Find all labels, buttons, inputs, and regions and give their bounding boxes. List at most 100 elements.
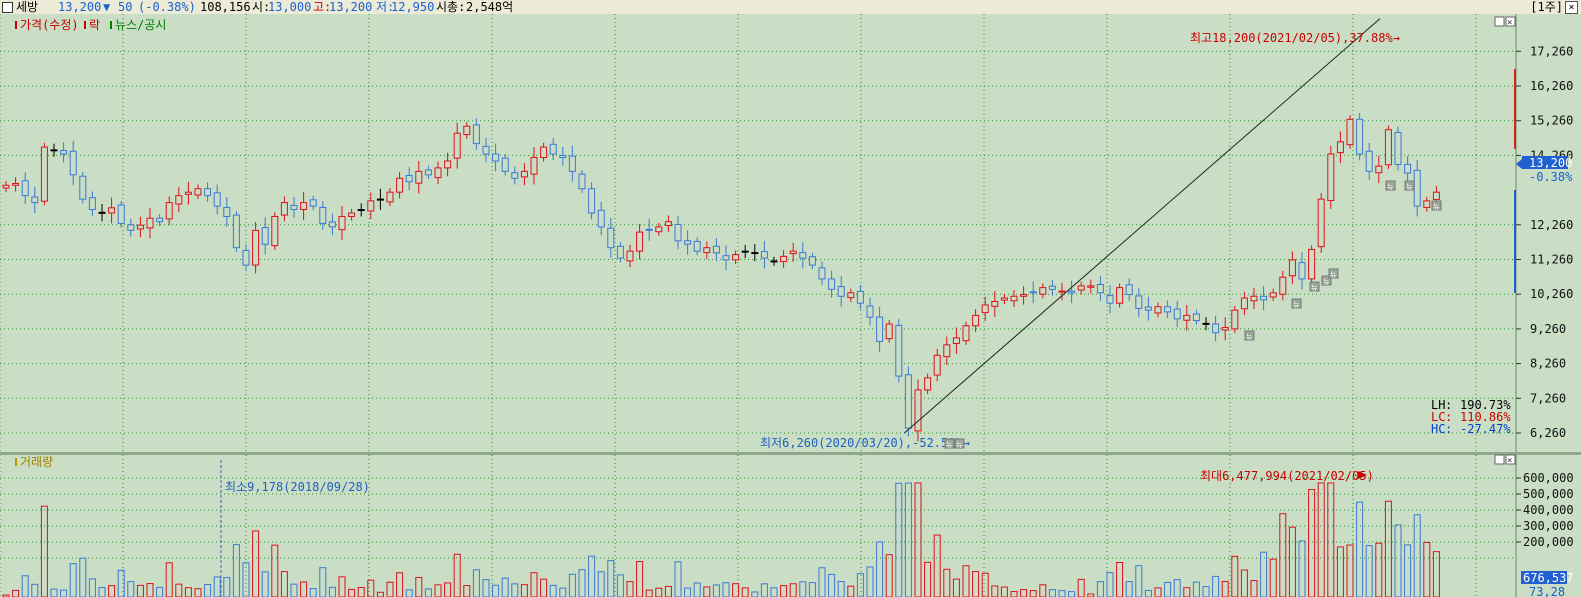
volume-bar — [1308, 489, 1316, 597]
volume-value: 108,156 — [200, 0, 251, 14]
candle-body — [626, 250, 634, 262]
news-marker: 뉴 — [1404, 180, 1415, 191]
volume-bar — [1020, 589, 1028, 597]
price-tick-label: 11,260 — [1530, 253, 1573, 267]
candle-body — [1432, 191, 1440, 200]
price-stats: LH : 190.73% LC : 110.86% HC : -27.47% — [1431, 398, 1511, 436]
volume-bar — [1250, 580, 1258, 597]
volume-bar — [1298, 540, 1306, 597]
news-icon: 뉴 — [1330, 271, 1337, 279]
volume-tick-label: 600,000 — [1523, 471, 1574, 485]
volume-bar — [223, 577, 231, 597]
open-value: 13,000 — [268, 0, 312, 14]
panel-close-icon: × — [1507, 18, 1512, 28]
volume-bar — [50, 588, 58, 597]
candle-body — [607, 227, 615, 249]
news-marker: 뉴 — [1291, 298, 1302, 309]
volume-bar — [376, 591, 384, 597]
low-value: 12,950 — [391, 0, 435, 14]
period-button[interactable]: [1주] — [1530, 0, 1563, 14]
price-tick-label: 12,260 — [1530, 218, 1573, 232]
candle-body — [616, 245, 624, 259]
mcap-value: 2,548억 — [466, 0, 514, 14]
volume-bar — [165, 562, 173, 597]
candle-body — [396, 177, 404, 193]
candle-body — [1375, 165, 1383, 174]
candle-body — [972, 314, 980, 327]
volume-bar — [40, 505, 48, 597]
mcap-label: 시총: — [436, 0, 466, 14]
volume-bar — [1173, 579, 1181, 597]
down-arrow-icon: ▼ — [103, 0, 111, 14]
volume-bar — [424, 588, 432, 597]
volume-bar — [108, 585, 116, 597]
volume-bar — [914, 482, 922, 597]
volume-bar — [588, 555, 596, 597]
volume-bar — [847, 585, 855, 597]
volume-bar — [1356, 501, 1364, 597]
panel-divider[interactable] — [0, 452, 1581, 455]
volume-bar — [895, 482, 903, 597]
news-icon: 뉴 — [1246, 333, 1253, 341]
partial-volume-label: 73,28 — [1529, 585, 1565, 597]
volume-bar — [530, 572, 538, 597]
volume-bar — [482, 579, 490, 597]
window-checkbox[interactable] — [2, 2, 13, 13]
volume-bar — [290, 583, 298, 597]
volume-bar — [943, 568, 951, 597]
price-tick-label: 8,260 — [1530, 357, 1566, 371]
volume-bar — [175, 583, 183, 597]
price-panel-bg — [0, 14, 1516, 451]
volume-bars — [2, 482, 1440, 597]
candle-body — [895, 324, 903, 377]
candle-body — [1010, 295, 1018, 302]
volume-bar — [300, 581, 308, 597]
candle-body — [962, 325, 970, 342]
volume-bar — [952, 578, 960, 597]
volume-bar — [1365, 545, 1373, 597]
volume-bar — [578, 569, 586, 597]
volume-bar — [156, 586, 164, 597]
candle-body — [1212, 323, 1220, 334]
candle-body — [760, 251, 768, 259]
candle-body — [1288, 259, 1296, 277]
candle-body — [847, 292, 855, 299]
candle-body — [1144, 306, 1152, 311]
candle-body — [136, 224, 144, 230]
volume-bar — [991, 585, 999, 597]
news-icon: 뉴 — [956, 441, 963, 449]
volume-bar — [1336, 546, 1344, 597]
close-icon[interactable]: × — [1565, 1, 1578, 14]
volume-bar — [540, 578, 548, 597]
legend-volume: 거래량 — [20, 455, 53, 469]
candle-body — [1413, 169, 1421, 207]
min-volume-annotation: 최소9,178(2018/09/28) — [225, 480, 370, 494]
news-icon: 뉴 — [1433, 203, 1440, 211]
price-tick-label: 16,260 — [1530, 79, 1573, 93]
volume-bar — [1221, 581, 1229, 597]
volume-panel-buttons[interactable]: × — [1494, 454, 1516, 466]
volume-bar — [645, 589, 653, 597]
volume-bar — [703, 586, 711, 597]
price-tick-label: 15,260 — [1530, 114, 1573, 128]
volume-bar — [1269, 558, 1277, 597]
candle-body — [463, 125, 471, 136]
candle-body — [837, 286, 845, 297]
chart-canvas[interactable]: 가격(수정) 락 뉴스/공시 거래량 × × 17,260 16,260 15,26… — [0, 14, 1581, 597]
candle-body — [636, 231, 644, 252]
candle-body — [1423, 200, 1431, 208]
current-volume-label: 676,537 — [1523, 571, 1574, 585]
volume-bar — [501, 577, 509, 597]
stock-name: 세방 — [16, 0, 39, 14]
price-tick-label: 10,260 — [1530, 287, 1573, 301]
price-tick-label: 9,260 — [1530, 322, 1566, 336]
candle-body — [108, 207, 116, 214]
candle-body — [434, 167, 442, 179]
volume-bar — [463, 585, 471, 597]
volume-bar — [415, 576, 423, 597]
volume-bar — [626, 581, 634, 597]
candle-body — [530, 156, 538, 175]
candle-body — [520, 170, 528, 178]
candle-body — [588, 188, 596, 214]
volume-bar — [789, 583, 797, 597]
